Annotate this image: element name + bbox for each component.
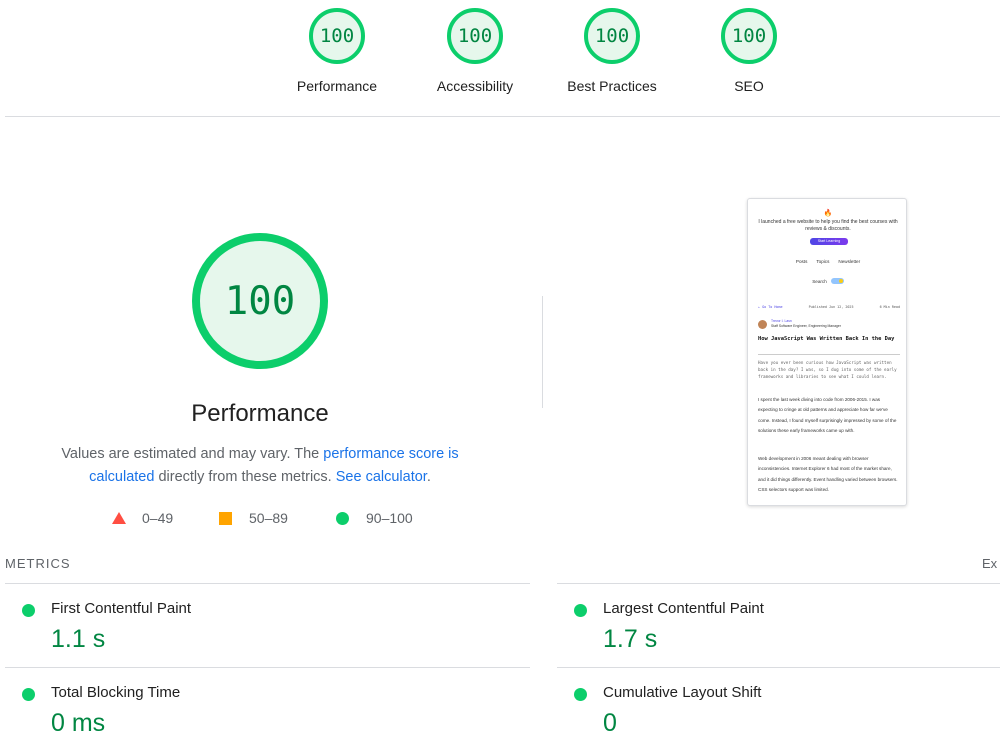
performance-title: Performance xyxy=(191,400,329,427)
score-value: 100 xyxy=(457,25,493,47)
expand-view-toggle[interactable]: Ex xyxy=(982,556,997,571)
thumb-nav-topics: Topics xyxy=(816,259,830,264)
metric-cumulative-layout-shift: Cumulative Layout Shift 0 xyxy=(557,681,997,750)
score-value: 100 xyxy=(319,25,355,47)
metric-value: 1.1 s xyxy=(51,625,106,653)
thumb-meta: ← Go To Home Published Jun 12, 2025 6 Mi… xyxy=(758,305,900,309)
performance-description: Values are estimated and may vary. The p… xyxy=(55,443,465,489)
category-gauges: 100 Performance 100 Accessibility 100 Be… xyxy=(0,0,1000,118)
metric-name: First Contentful Paint xyxy=(51,600,192,617)
metric-divider xyxy=(5,667,530,668)
metric-divider xyxy=(5,583,530,584)
thumb-search-label: Search xyxy=(812,278,827,284)
thumb-nav-newsletter: Newsletter xyxy=(838,259,861,264)
score-value: 100 xyxy=(731,25,767,47)
gauge-label: SEO xyxy=(734,78,764,94)
legend-fail-range: 0–49 xyxy=(142,510,174,526)
score-legend: 0–49 50–89 90–100 xyxy=(0,510,520,530)
thumb-back-link: ← Go To Home xyxy=(758,305,783,309)
score-ring: 100 xyxy=(721,8,777,64)
gauge-performance[interactable]: 100 Performance xyxy=(267,8,407,94)
desc-text: Values are estimated and may vary. The xyxy=(61,446,324,462)
thumb-nav: Posts Topics Newsletter xyxy=(748,259,906,264)
metric-first-contentful-paint: First Contentful Paint 1.1 s xyxy=(5,597,445,677)
metric-divider xyxy=(557,667,1000,668)
thumb-read-time: 6 Min Read xyxy=(879,305,900,309)
thumb-author-text: Trevor I. Lasn Staff Software Engineer, … xyxy=(771,319,841,329)
fire-icon: 🔥 xyxy=(823,210,833,217)
legend-average-range: 50–89 xyxy=(249,510,288,526)
metric-divider xyxy=(557,583,1000,584)
final-screenshot-thumbnail[interactable]: 🔥 I launched a free website to help you … xyxy=(747,198,907,506)
pass-circle-icon xyxy=(574,688,587,701)
thumb-divider xyxy=(758,354,900,355)
thumb-start-button: Start Learning xyxy=(810,238,848,245)
thumb-author-role: Staff Software Engineer, Engineering Man… xyxy=(771,324,841,328)
score-ring: 100 xyxy=(309,8,365,64)
metrics-header: METRICS xyxy=(5,556,71,571)
thumb-nav-posts: Posts xyxy=(795,259,808,264)
average-square-icon xyxy=(219,511,232,525)
pass-circle-icon xyxy=(336,511,349,525)
performance-score-gauge: 100 xyxy=(192,233,328,369)
thumb-intro: Have you ever been curious how JavaScrip… xyxy=(758,360,897,380)
metric-value: 0 xyxy=(603,709,617,737)
see-calculator-link[interactable]: See calculator xyxy=(336,469,427,485)
legend-fail: 0–49 xyxy=(112,510,173,526)
pass-circle-icon xyxy=(22,688,35,701)
metric-value: 1.7 s xyxy=(603,625,658,653)
metric-name: Total Blocking Time xyxy=(51,684,181,701)
thumb-search: Search xyxy=(748,278,906,284)
metric-name: Cumulative Layout Shift xyxy=(603,684,762,701)
pass-circle-icon xyxy=(22,604,35,617)
gauge-best-practices[interactable]: 100 Best Practices xyxy=(542,8,682,94)
thumb-published: Published Jun 12, 2025 xyxy=(808,305,854,309)
score-value: 100 xyxy=(594,25,630,47)
thumb-author: Trevor I. Lasn Staff Software Engineer, … xyxy=(758,319,841,329)
gauge-accessibility[interactable]: 100 Accessibility xyxy=(405,8,545,94)
legend-pass: 90–100 xyxy=(336,510,413,526)
gauge-label: Performance xyxy=(296,78,378,94)
metric-largest-contentful-paint: Largest Contentful Paint 1.7 s xyxy=(557,597,997,677)
legend-average: 50–89 xyxy=(219,510,288,526)
lighthouse-report: 100 Performance 100 Accessibility 100 Be… xyxy=(0,0,1000,750)
thumb-paragraph-1: I spent the last week diving into code f… xyxy=(758,397,897,434)
thumb-banner: I launched a free website to help you fi… xyxy=(758,219,898,232)
gauge-seo[interactable]: 100 SEO xyxy=(679,8,819,94)
score-ring: 100 xyxy=(584,8,640,64)
thumb-article-title: How JavaScript Was Written Back In the D… xyxy=(758,336,895,342)
thumb-paragraph-2: Web development in 2006 meant dealing wi… xyxy=(758,456,898,493)
pass-circle-icon xyxy=(574,604,587,617)
gauge-label: Best Practices xyxy=(567,78,657,94)
performance-score: 100 xyxy=(224,278,296,324)
metric-name: Largest Contentful Paint xyxy=(603,600,764,617)
score-ring: 100 xyxy=(447,8,503,64)
legend-pass-range: 90–100 xyxy=(366,510,413,526)
desc-text: . xyxy=(426,469,431,485)
desc-text: directly from these metrics. xyxy=(154,469,336,485)
vertical-divider xyxy=(542,296,543,408)
theme-toggle-icon xyxy=(830,278,844,284)
metric-total-blocking-time: Total Blocking Time 0 ms xyxy=(5,681,445,750)
avatar xyxy=(758,319,767,329)
fail-triangle-icon xyxy=(112,512,126,524)
metric-value: 0 ms xyxy=(51,709,106,737)
header-divider xyxy=(5,116,1000,117)
gauge-label: Accessibility xyxy=(436,78,514,94)
